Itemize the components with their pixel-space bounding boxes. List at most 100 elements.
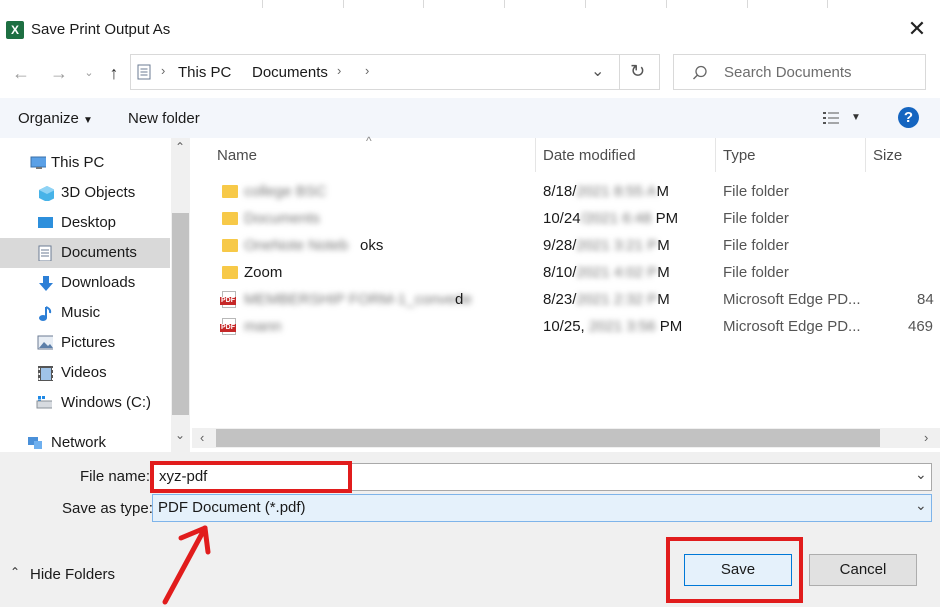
date-visible: 8/18/ <box>543 183 577 200</box>
tree-item-music[interactable]: Music <box>0 298 170 328</box>
sheet-gridline <box>423 0 424 8</box>
scrollbar-thumb[interactable] <box>172 213 189 415</box>
tree-item-this-pc[interactable]: This PC <box>0 148 170 178</box>
sheet-gridline <box>585 0 586 8</box>
tree-item-documents[interactable]: Documents <box>0 238 170 268</box>
breadcrumb-documents[interactable]: Documents <box>252 64 328 81</box>
up-button[interactable]: ↑ <box>101 60 127 86</box>
hide-folders-button[interactable]: Hide Folders <box>30 566 115 583</box>
table-row[interactable]: OneNote Noteb oks 9/28/2021 3:21 PM File… <box>192 233 940 260</box>
table-row[interactable]: Documents 10/24/2021 6:48 PM File folder <box>192 206 940 233</box>
scroll-left-icon[interactable]: ‹ <box>200 430 204 445</box>
scroll-down-icon[interactable]: ⌄ <box>175 428 185 442</box>
scroll-right-icon[interactable]: › <box>924 430 928 445</box>
file-date: 8/10/2021 4:02 PM <box>543 264 670 281</box>
date-obscured: /2021 6:48 <box>580 210 656 227</box>
chevron-down-icon[interactable]: ⌄ <box>915 497 927 514</box>
date-visible: PM <box>655 210 679 227</box>
document-icon <box>38 245 52 261</box>
search-icon <box>693 65 707 80</box>
table-row[interactable]: PDF mann 10/25, 2021 3:56 PM Microsoft E… <box>192 314 940 341</box>
date-visible: 8/23/ <box>543 291 577 308</box>
window-title: Save Print Output As <box>31 21 171 38</box>
new-folder-button[interactable]: New folder <box>128 110 200 127</box>
excel-icon: X <box>6 21 24 39</box>
column-header-name[interactable]: Name <box>217 147 257 164</box>
column-header-size[interactable]: Size <box>873 147 902 164</box>
file-type: File folder <box>723 210 789 227</box>
chevron-up-icon[interactable]: ⌃ <box>10 565 20 579</box>
sheet-gridline <box>262 0 263 8</box>
tree-item-videos[interactable]: Videos <box>0 358 170 388</box>
tree-item-downloads[interactable]: Downloads <box>0 268 170 298</box>
file-date: 8/23/2021 2:32 PM <box>543 291 670 308</box>
film-icon <box>38 366 53 381</box>
pdf-icon: PDF <box>220 291 236 308</box>
tree-label: Music <box>61 304 101 321</box>
file-name-obscured: MEMBERSHIP FORM-1_converte <box>244 291 473 308</box>
sheet-gridline <box>666 0 667 8</box>
navigation-pane: This PC 3D Objects Desktop Documents Dow… <box>0 138 190 452</box>
organize-button[interactable]: Organize ▼ <box>18 110 93 127</box>
save-as-type-select[interactable]: PDF Document (*.pdf) ⌄ <box>152 494 932 522</box>
date-obscured: 2021 3:56 <box>584 318 660 335</box>
date-visible: 10/24 <box>543 210 581 227</box>
address-bar[interactable]: › This PC › Documents › ⌄ ↻ <box>130 54 660 90</box>
tree-label: 3D Objects <box>61 184 136 201</box>
toolbar: Organize ▼ New folder ▼ ? <box>0 98 940 138</box>
view-options-icon[interactable] <box>822 110 840 126</box>
back-button[interactable]: ← <box>8 60 34 86</box>
file-name: Documents <box>244 210 320 227</box>
breadcrumb-this-pc[interactable]: This PC <box>178 64 231 81</box>
date-obscured: 2021 4:02 P <box>576 264 658 281</box>
breadcrumb-separator-icon: › <box>365 63 370 78</box>
tree-item-windows-c[interactable]: Windows (C:) <box>0 388 170 418</box>
red-arrow-icon <box>162 525 211 605</box>
chevron-down-icon[interactable]: ⌄ <box>915 466 927 483</box>
column-divider[interactable] <box>715 138 716 172</box>
table-row[interactable]: Zoom 8/10/2021 4:02 PM File folder <box>192 260 940 287</box>
scroll-up-icon[interactable]: ⌃ <box>175 140 185 154</box>
music-note-icon <box>39 306 52 321</box>
sheet-gridline <box>747 0 748 8</box>
folder-icon <box>222 239 238 252</box>
file-name: college BSC <box>244 183 327 200</box>
refresh-button[interactable]: ↻ <box>630 61 645 82</box>
search-input[interactable]: Search Documents <box>724 64 852 81</box>
documents-location-icon <box>137 64 151 80</box>
file-date: 8/18/2021 8:55 AM <box>543 183 669 200</box>
tree-item-desktop[interactable]: Desktop <box>0 208 170 238</box>
tree-label: Desktop <box>61 214 117 231</box>
scrollbar-thumb[interactable] <box>216 429 880 447</box>
recent-locations-button[interactable]: ⌄ <box>76 60 102 86</box>
file-type: File folder <box>723 183 789 200</box>
arrow-right-icon: → <box>50 63 68 83</box>
file-name: oks <box>360 237 384 254</box>
column-header-type[interactable]: Type <box>723 147 756 164</box>
file-name: mann <box>244 318 282 335</box>
breadcrumb-separator-icon: › <box>337 63 342 78</box>
column-divider[interactable] <box>535 138 536 172</box>
close-button[interactable]: ✕ <box>900 14 934 44</box>
column-header-date-modified[interactable]: Date modified <box>543 147 636 164</box>
date-visible: M <box>657 291 670 308</box>
table-row[interactable]: college BSC 8/18/2021 8:55 AM File folde… <box>192 179 940 206</box>
date-visible: 8/10/ <box>543 264 577 281</box>
forward-button[interactable]: → <box>46 60 72 86</box>
sheet-gridline <box>343 0 344 8</box>
tree-item-3d-objects[interactable]: 3D Objects <box>0 178 170 208</box>
help-button[interactable]: ? <box>898 107 919 128</box>
search-box[interactable]: Search Documents <box>673 54 926 90</box>
tree-label: Windows (C:) <box>61 394 152 411</box>
navigation-scrollbar[interactable]: ⌃ ⌄ <box>171 138 190 452</box>
file-name: d <box>455 291 464 308</box>
filename-highlight-box <box>150 461 352 493</box>
file-list-hscrollbar[interactable]: ‹ › <box>192 428 940 448</box>
tree-item-pictures[interactable]: Pictures <box>0 328 170 358</box>
address-dropdown-button[interactable]: ⌄ <box>591 61 604 81</box>
tree-label: Documents <box>61 244 137 261</box>
view-options-dropdown[interactable]: ▼ <box>851 112 861 123</box>
column-divider[interactable] <box>865 138 866 172</box>
table-row[interactable]: PDF MEMBERSHIP FORM-1_converte d 8/23/20… <box>192 287 940 314</box>
cancel-button[interactable]: Cancel <box>809 554 917 586</box>
